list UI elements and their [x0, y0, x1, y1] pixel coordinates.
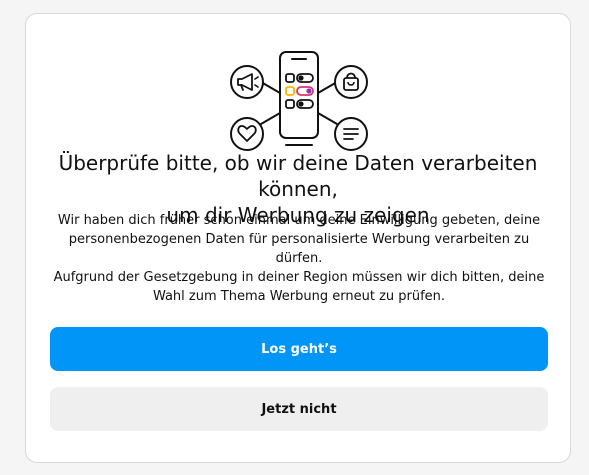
lets-go-button[interactable]: Los geht’s: [50, 327, 548, 371]
description-line: Aufgrund der Gesetzgebung in deiner Regi…: [53, 270, 545, 285]
ad-settings-illustration: [230, 51, 368, 151]
description-line: Wir haben dich früher schon einmal um de…: [57, 213, 541, 228]
megaphone-icon: [230, 65, 264, 99]
dialog-title-line-1: Überprüfe bitte, ob wir deine Daten vera…: [58, 151, 538, 201]
description-line: Wahl zum Thema Werbung erneut zu prüfen.: [152, 289, 446, 304]
description-line: personenbezogenen Daten für personalisie…: [68, 232, 530, 266]
text-lines-icon: [334, 117, 368, 151]
consent-dialog: Überprüfe bitte, ob wir deine Daten vera…: [25, 13, 571, 463]
not-now-button[interactable]: Jetzt nicht: [50, 387, 548, 431]
shopping-bag-icon: [334, 65, 368, 99]
heart-icon: [230, 117, 264, 151]
phone-icon: [279, 51, 319, 146]
dialog-description: Wir haben dich früher schon einmal um de…: [49, 211, 549, 306]
